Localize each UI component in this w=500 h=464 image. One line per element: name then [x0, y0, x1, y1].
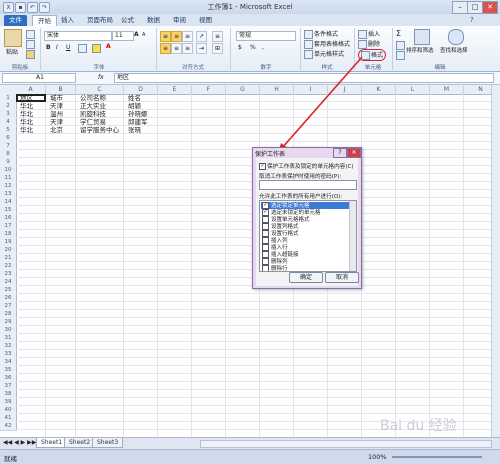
- permission-checkbox[interactable]: [262, 244, 269, 251]
- password-input[interactable]: [259, 180, 357, 190]
- permission-item[interactable]: 设置单元格格式: [261, 216, 349, 223]
- permission-item[interactable]: 删除行: [261, 265, 349, 272]
- permission-item[interactable]: 插入行: [261, 244, 349, 251]
- permission-item[interactable]: 设置列格式: [261, 223, 349, 230]
- permission-checkbox[interactable]: [262, 223, 269, 230]
- permission-checkbox[interactable]: [262, 265, 269, 271]
- permission-item[interactable]: 插入列: [261, 237, 349, 244]
- allow-label: 允许此工作表的所有用户进行(O):: [259, 194, 343, 200]
- dialog-help-button[interactable]: ?: [333, 148, 347, 158]
- permission-checkbox[interactable]: ✓: [262, 209, 269, 216]
- permission-checkbox[interactable]: [262, 237, 269, 244]
- permission-item[interactable]: 删除列: [261, 258, 349, 265]
- dialog-close-button[interactable]: ✕: [347, 148, 361, 158]
- permission-checkbox[interactable]: [262, 230, 269, 237]
- password-label: 取消工作表保护时使用的密码(P):: [259, 174, 342, 180]
- permission-item[interactable]: 设置行格式: [261, 230, 349, 237]
- permission-checkbox[interactable]: [262, 251, 269, 258]
- permission-checkbox[interactable]: [262, 216, 269, 223]
- permission-label: 删除行: [271, 266, 288, 272]
- permissions-scrollbar[interactable]: [349, 201, 356, 271]
- protect-label: 保护工作表及锁定的单元格内容(C): [267, 164, 354, 170]
- permission-checkbox[interactable]: ✓: [262, 202, 269, 209]
- permissions-list[interactable]: ✓ 选定锁定单元格 ✓ 选定未锁定的单元格 设置单元格格式 设置列格式 设置行格式 插入列 插入…: [259, 200, 357, 272]
- annotation-arrow: [278, 56, 363, 154]
- permission-checkbox[interactable]: [262, 258, 269, 265]
- permission-item[interactable]: ✓ 选定锁定单元格: [261, 202, 349, 209]
- permission-item[interactable]: ✓ 选定未锁定的单元格: [261, 209, 349, 216]
- cancel-button[interactable]: 取消: [325, 272, 359, 283]
- dialog-title: 保护工作表: [255, 151, 286, 158]
- ok-button[interactable]: 确定: [289, 272, 323, 283]
- protect-sheet-dialog: 保护工作表 ? ✕ ✓ 保护工作表及锁定的单元格内容(C) 取消工作表保护时使用…: [252, 147, 362, 289]
- permission-item[interactable]: 插入超链接: [261, 251, 349, 258]
- protect-checkbox[interactable]: ✓: [259, 163, 266, 170]
